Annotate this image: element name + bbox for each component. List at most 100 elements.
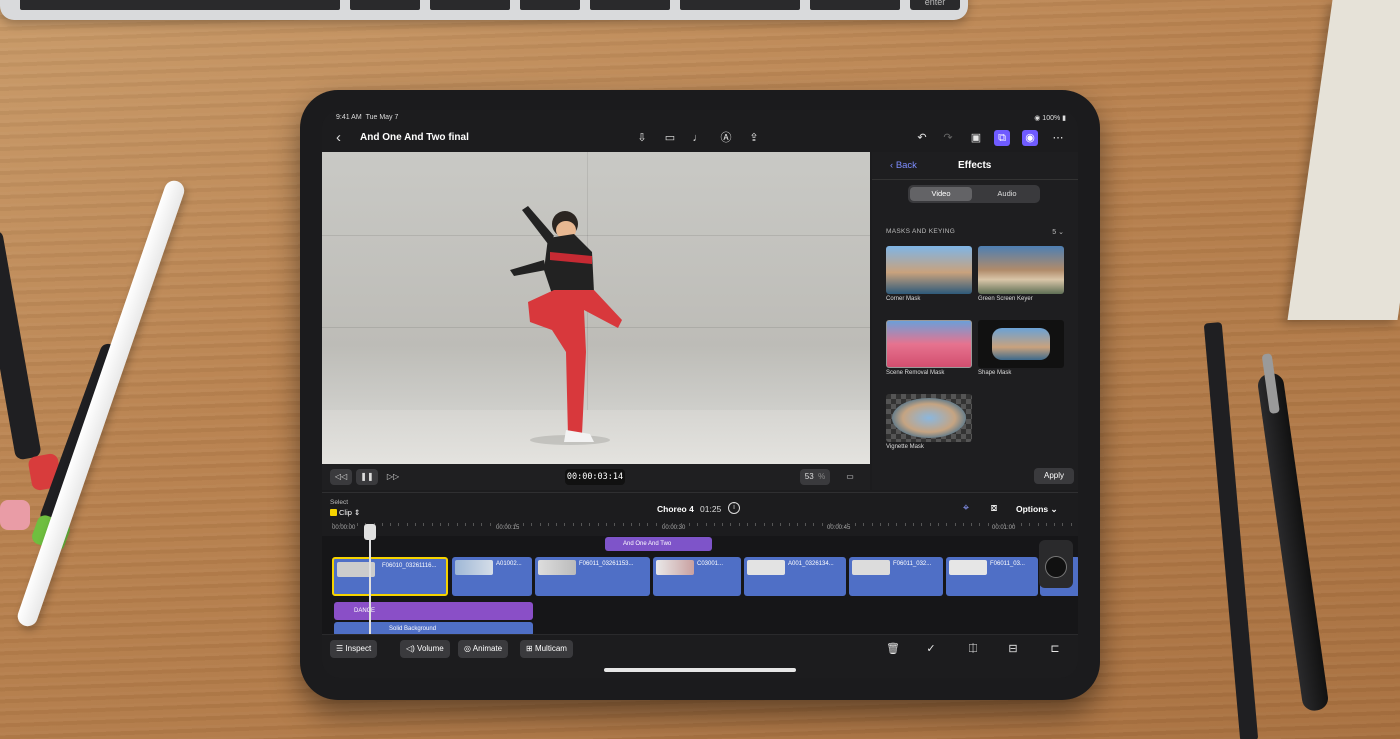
effects-back-button[interactable]: ‹ Back <box>890 160 917 171</box>
checkmark-icon[interactable]: ✓ <box>922 640 940 658</box>
more-icon[interactable]: ⋯ <box>1050 130 1066 146</box>
ruler-tick <box>547 523 549 526</box>
project-name: Choreo 4 <box>657 504 694 514</box>
bottom-toolbar: ☰ Inspect ◁) Volume ◎ Animate ⊞ Multicam… <box>322 634 1078 662</box>
screwdriver-tip-pink <box>0 500 30 530</box>
effect-label: Corner Mask <box>886 296 921 302</box>
browser-icon[interactable]: ⧉ <box>994 130 1010 146</box>
ruler-tick <box>688 523 690 526</box>
effect-thumb-corner-mask[interactable] <box>886 246 972 294</box>
timeline-ruler[interactable]: 00:00:00 00:00:15 00:00:30 00:00:45 00:0… <box>322 522 1078 536</box>
jog-wheel[interactable] <box>1039 540 1073 588</box>
microphone-icon[interactable]: ♩ <box>690 130 706 146</box>
fast-forward-icon[interactable]: ▷▷ <box>382 469 404 485</box>
effect-thumb-shape-mask[interactable] <box>978 320 1064 368</box>
timeline-clip[interactable]: A001_0326134... <box>744 557 846 596</box>
ruler-tick <box>937 523 939 526</box>
tab-video[interactable]: Video <box>910 187 972 201</box>
ruler-label: 00:00:15 <box>496 525 520 531</box>
ruler-tick <box>1029 523 1031 526</box>
section-count[interactable]: 5 ⌄ <box>1052 228 1064 236</box>
effect-thumb-vignette-mask[interactable] <box>886 394 972 442</box>
info-icon[interactable]: i <box>728 502 740 514</box>
section-header: MASKS AND KEYING <box>886 228 956 235</box>
apply-button[interactable]: Apply <box>1034 468 1074 484</box>
timeline-clip[interactable]: A01002... <box>452 557 532 596</box>
select-mode-dropdown[interactable]: Clip ⇕ <box>330 508 360 517</box>
pause-icon[interactable]: ❚❚ <box>356 469 378 485</box>
ruler-tick <box>531 523 533 526</box>
ruler-tick <box>572 523 574 526</box>
solid-background-clip[interactable]: Solid Background <box>334 622 533 634</box>
ruler-tick <box>846 523 848 526</box>
ruler-tick <box>381 523 383 526</box>
inspect-button[interactable]: ☰ Inspect <box>330 640 378 658</box>
ruler-tick <box>929 523 931 526</box>
dance-title-clip[interactable]: DANCE <box>334 602 533 620</box>
timeline-clip[interactable]: C03001... <box>653 557 741 596</box>
timeline-clip-selected[interactable]: F06010_03261116... <box>332 557 448 596</box>
ruler-tick <box>589 523 591 526</box>
viewer-options-icon[interactable]: ▭ <box>838 469 862 485</box>
undo-icon[interactable]: ↶ <box>914 130 930 146</box>
ruler-tick <box>954 523 956 526</box>
timeline-clip[interactable]: F06011_032... <box>849 557 943 596</box>
effect-thumb-scene-removal-mask[interactable] <box>886 320 972 368</box>
snapping-icon[interactable]: ⌖ <box>958 500 974 516</box>
rewind-icon[interactable]: ◁◁ <box>330 469 352 485</box>
tab-audio[interactable]: Audio <box>976 187 1038 201</box>
ruler-tick <box>888 523 890 526</box>
zoom-level[interactable]: 53 % <box>800 469 830 485</box>
video-viewer[interactable] <box>322 152 870 464</box>
transport-bar: ◁◁ ❚❚ ▷▷ 00:00:03:14 53 % ▭ <box>322 464 870 490</box>
redo-icon[interactable]: ↷ <box>940 130 956 146</box>
title-clip[interactable]: And One And Two <box>605 537 712 551</box>
ruler-tick <box>771 523 773 526</box>
ruler-tick <box>439 523 441 526</box>
multicam-button[interactable]: ⊞ Multicam <box>520 640 573 658</box>
ruler-tick <box>722 523 724 526</box>
share-icon[interactable]: ⇪ <box>746 130 762 146</box>
photos-icon[interactable]: ▣ <box>968 130 984 146</box>
ruler-tick <box>456 523 458 526</box>
ruler-tick <box>705 523 707 526</box>
clip-appearance-icon[interactable]: ⧇ <box>986 500 1002 516</box>
import-icon[interactable]: ⇩ <box>634 130 650 146</box>
inspector-icon[interactable]: ◉ <box>1022 130 1038 146</box>
home-indicator[interactable] <box>604 668 796 672</box>
effect-thumb-green-screen-keyer[interactable] <box>978 246 1064 294</box>
ruler-tick <box>390 523 392 526</box>
options-dropdown[interactable]: Options ⌄ <box>1016 504 1058 515</box>
ruler-tick <box>788 523 790 526</box>
ruler-tick <box>348 523 350 526</box>
effect-label: Green Screen Keyer <box>978 296 1033 302</box>
back-chevron-icon[interactable]: ‹ <box>336 129 341 146</box>
detach-icon[interactable]: ⊟ <box>1004 640 1022 658</box>
timeline-tracks[interactable]: And One And Two F06010_03261116... A0100… <box>322 536 1078 634</box>
ruler-tick <box>962 523 964 526</box>
split-icon[interactable]: ⎅ <box>964 640 982 658</box>
playhead[interactable] <box>364 524 376 634</box>
ruler-tick <box>979 523 981 526</box>
effects-title: Effects <box>958 160 992 171</box>
ruler-tick <box>1070 523 1072 526</box>
ruler-tick <box>854 523 856 526</box>
effect-label: Vignette Mask <box>886 444 924 450</box>
camera-icon[interactable]: ▭ <box>662 130 678 146</box>
ruler-tick <box>821 523 823 526</box>
ruler-tick <box>415 523 416 526</box>
ruler-tick <box>539 523 541 526</box>
animate-button[interactable]: ◎ Animate <box>458 640 509 658</box>
timeline-clip[interactable]: F06011_03... <box>946 557 1038 596</box>
timeline-clip[interactable]: F06011_03261153... <box>535 557 650 596</box>
live-drawing-icon[interactable]: Ⓐ <box>718 130 734 146</box>
volume-button[interactable]: ◁) Volume <box>400 640 450 658</box>
trim-icon[interactable]: ⊏ <box>1046 640 1064 658</box>
select-label: Select <box>330 499 349 506</box>
ruler-tick <box>996 523 997 526</box>
trash-icon[interactable]: 🗑 <box>884 640 902 658</box>
project-duration: 01:25 <box>700 504 722 514</box>
viewer-timecode[interactable]: 00:00:03:14 <box>565 469 625 485</box>
ruler-tick <box>473 523 475 526</box>
status-bar: 9:41 AM Tue May 7 ◉ 100% ▮ <box>322 110 1078 126</box>
